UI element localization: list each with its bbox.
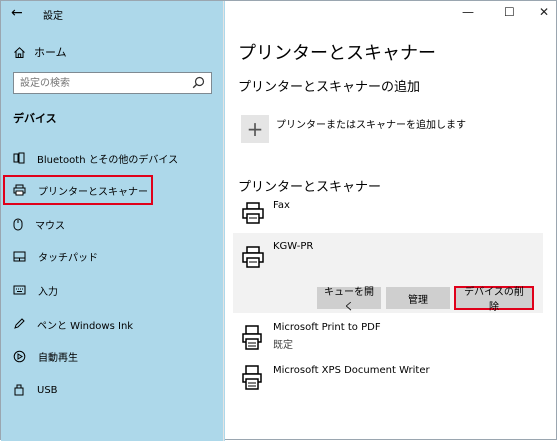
sidebar-item-label: ペンと Windows Ink (37, 320, 134, 332)
open-queue-button[interactable]: キューを開く (317, 287, 381, 313)
pdf-printer-icon (242, 325, 262, 350)
sidebar-item-usb[interactable]: USB (5, 375, 223, 405)
search-input[interactable] (14, 73, 196, 93)
close-icon[interactable]: ✕ (539, 5, 549, 19)
search-icon[interactable] (192, 76, 205, 89)
xps-printer-icon (242, 365, 262, 390)
printer-status: 既定 (273, 340, 293, 351)
sidebar-divider (223, 1, 224, 441)
printer-item-xps-writer[interactable]: Microsoft XPS Document Writer (233, 359, 543, 399)
title-bar: ← 設定 (1, 1, 225, 27)
home-label: ホーム (34, 46, 67, 59)
sidebar-item-bluetooth[interactable]: Bluetooth とその他のデバイス (5, 143, 223, 173)
printer-list-title: プリンターとスキャナー (238, 180, 382, 195)
plus-icon: + (246, 117, 264, 141)
usb-icon (14, 384, 24, 396)
search-box[interactable] (13, 72, 212, 94)
keyboard-icon (13, 285, 26, 295)
add-section-title: プリンターとスキャナーの追加 (238, 80, 421, 95)
home-icon (14, 46, 25, 58)
touchpad-icon (13, 251, 26, 261)
sidebar-item-label: 入力 (38, 286, 58, 298)
sidebar-item-touchpad[interactable]: タッチパッド (5, 241, 223, 271)
window-title: 設定 (43, 11, 63, 22)
sidebar-item-autoplay[interactable]: 自動再生 (5, 341, 223, 371)
section-label-devices: デバイス (13, 112, 57, 125)
printer-item-print-to-pdf[interactable]: Microsoft Print to PDF 既定 (233, 319, 543, 359)
printer-name: Microsoft Print to PDF (273, 322, 381, 333)
back-arrow-icon[interactable]: ← (11, 6, 23, 20)
sidebar-item-label: マウス (35, 220, 65, 232)
sidebar-item-label: USB (37, 384, 58, 396)
sidebar-item-label: プリンターとスキャナー (38, 186, 148, 198)
printer-icon (242, 202, 264, 224)
printer-name: Microsoft XPS Document Writer (273, 365, 430, 376)
pen-icon (14, 318, 25, 329)
mouse-icon (13, 218, 23, 230)
sidebar-item-label: Bluetooth とその他のデバイス (37, 154, 179, 166)
printer-item-fax[interactable]: Fax (233, 195, 543, 233)
remove-device-button[interactable]: デバイスの削除 (454, 286, 534, 313)
sidebar-item-label: 自動再生 (38, 352, 78, 364)
sidebar: ← 設定 ホーム デバイス Bluetooth とその他のデバイス (1, 1, 225, 441)
minimize-icon[interactable]: — (462, 5, 474, 19)
printer-name: KGW-PR (273, 241, 314, 252)
add-printer-button[interactable]: + (241, 115, 269, 143)
printer-name: Fax (273, 200, 290, 211)
sidebar-item-label: タッチパッド (38, 252, 98, 264)
sidebar-item-pen[interactable]: ペンと Windows Ink (5, 309, 223, 339)
home-link[interactable]: ホーム (13, 42, 67, 62)
autoplay-icon (13, 350, 26, 362)
sidebar-item-printers-scanners[interactable]: プリンターとスキャナー (3, 175, 153, 205)
sidebar-item-mouse[interactable]: マウス (5, 209, 223, 239)
bluetooth-devices-icon (13, 152, 25, 164)
printer-icon (13, 184, 26, 196)
printer-icon (242, 246, 264, 268)
maximize-icon[interactable]: ☐ (504, 5, 515, 19)
add-printer-label[interactable]: プリンターまたはスキャナーを追加します (276, 116, 466, 131)
page-title: プリンターとスキャナー (238, 43, 436, 64)
manage-button[interactable]: 管理 (386, 287, 450, 309)
settings-window: ← 設定 ホーム デバイス Bluetooth とその他のデバイス (0, 0, 557, 441)
sidebar-item-typing[interactable]: 入力 (5, 275, 223, 305)
